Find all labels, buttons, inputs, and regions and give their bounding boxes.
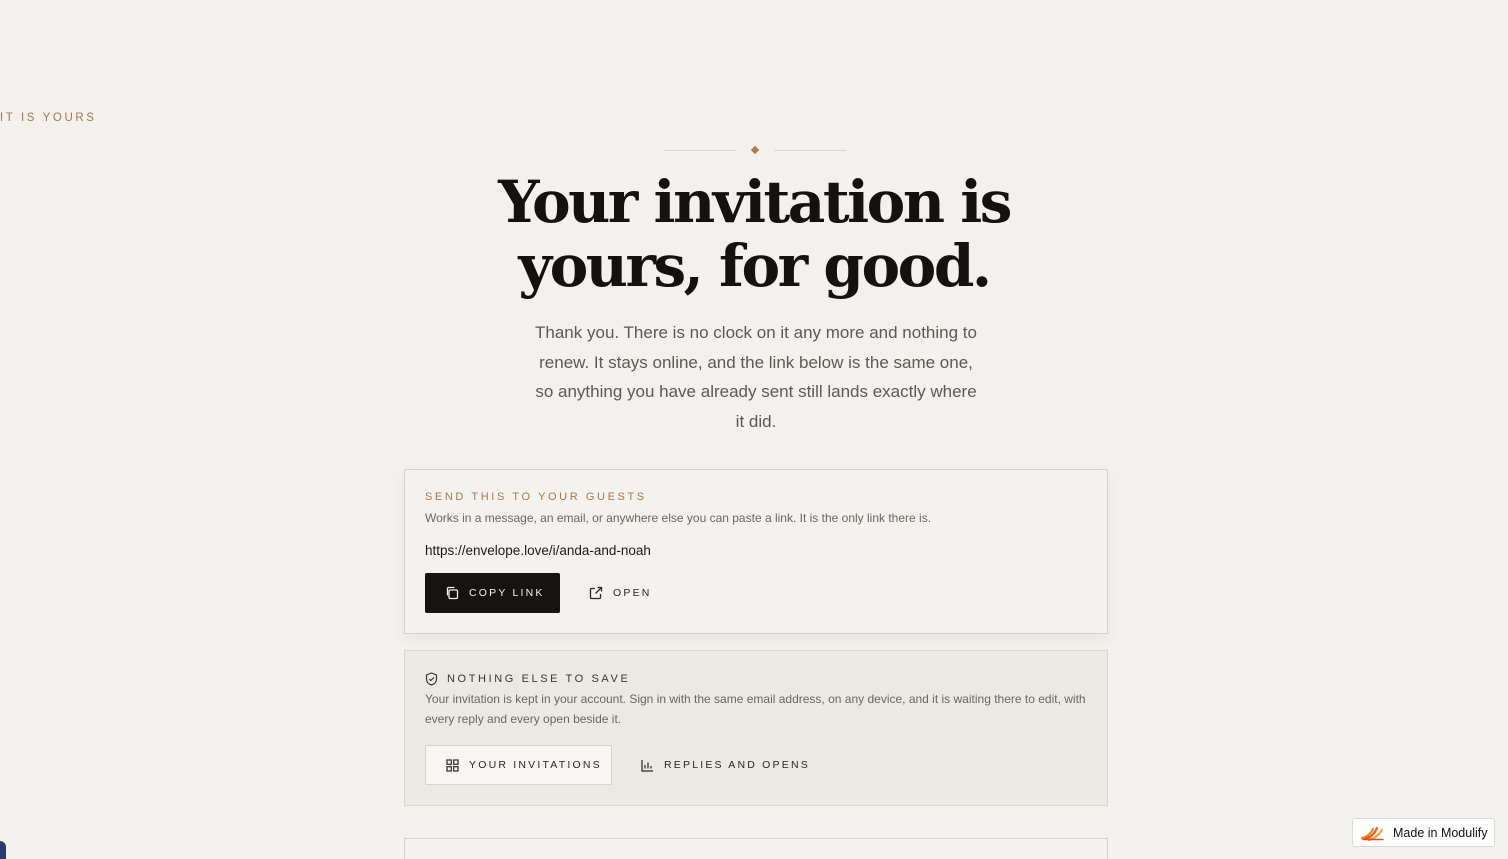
your-invitations-button[interactable]: YOUR INVITATIONS: [425, 745, 612, 785]
page: IT IS YOURS Your invitation is yours, fo…: [0, 0, 1508, 859]
copy-link-button[interactable]: COPY LINK: [425, 573, 560, 613]
corner-accent: [0, 841, 6, 859]
divider-ornament: [664, 145, 846, 155]
send-link-card: SEND THIS TO YOUR GUESTS Works in a mess…: [404, 469, 1108, 634]
divider-line-left: [664, 150, 736, 151]
copy-link-label: COPY LINK: [469, 587, 545, 599]
replies-and-opens-button[interactable]: REPLIES AND OPENS: [641, 745, 810, 785]
page-title: Your invitation is yours, for good.: [498, 168, 1012, 300]
badge-label: Made in Modulify: [1393, 825, 1488, 840]
replies-and-opens-label: REPLIES AND OPENS: [664, 759, 810, 771]
grid-icon: [446, 758, 459, 772]
send-card-description: Works in a message, an email, or anywher…: [425, 511, 932, 525]
external-link-icon: [589, 586, 603, 600]
nothing-to-save-card: NOTHING ELSE TO SAVE Your invitation is …: [404, 650, 1108, 806]
open-link-button[interactable]: OPEN: [589, 573, 652, 613]
invitation-link[interactable]: https://envelope.love/i/anda-and-noah: [425, 543, 651, 558]
intro-text: Thank you. There is no clock on it any m…: [535, 323, 977, 431]
diamond-icon: [750, 145, 760, 155]
divider-line-right: [774, 150, 846, 151]
shield-check-icon: [425, 672, 438, 686]
modulify-logo-icon: [1361, 826, 1384, 841]
bar-chart-icon: [641, 759, 653, 772]
next-card: [404, 838, 1108, 859]
open-link-label: OPEN: [613, 587, 652, 599]
send-card-label: SEND THIS TO YOUR GUESTS: [425, 491, 647, 503]
save-card-label: NOTHING ELSE TO SAVE: [447, 673, 631, 685]
your-invitations-label: YOUR INVITATIONS: [469, 759, 602, 771]
save-card-description: Your invitation is kept in your account.…: [425, 692, 1086, 726]
copy-icon: [446, 586, 459, 600]
made-in-modulify-badge[interactable]: Made in Modulify: [1352, 818, 1495, 847]
eyebrow: IT IS YOURS: [0, 112, 97, 124]
